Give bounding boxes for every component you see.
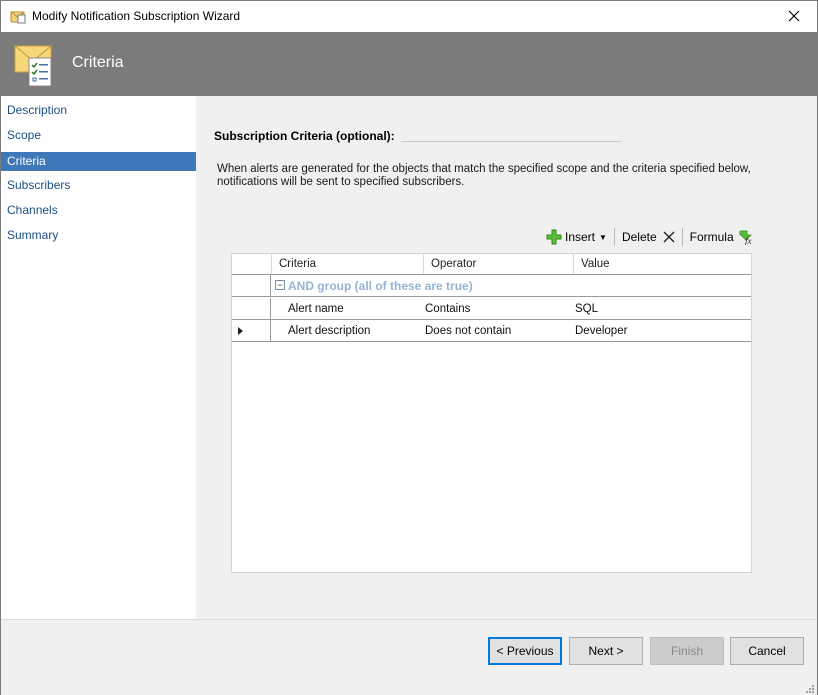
- title-bar: Modify Notification Subscription Wizard: [1, 1, 817, 32]
- collapse-icon[interactable]: −: [275, 280, 285, 290]
- section-divider: [401, 141, 621, 142]
- delete-button[interactable]: Delete: [619, 226, 678, 248]
- current-row-arrow-icon: [238, 327, 243, 335]
- window-title: Modify Notification Subscription Wizard: [32, 9, 241, 23]
- formula-icon: fx: [738, 229, 754, 245]
- nav-item-scope[interactable]: Scope: [1, 126, 196, 145]
- wizard-nav: Description Scope Criteria Subscribers C…: [1, 96, 196, 619]
- cell-operator[interactable]: Does not contain: [425, 320, 570, 342]
- section-description: When alerts are generated for the object…: [217, 163, 751, 188]
- green-plus-icon: [546, 229, 562, 245]
- cell-criteria[interactable]: Alert name: [288, 298, 418, 320]
- main-content: Subscription Criteria (optional): When a…: [196, 96, 817, 619]
- envelope-checklist-icon: [13, 42, 57, 88]
- page-title: Criteria: [72, 54, 124, 71]
- criteria-grid: Criteria Operator Value − AND group (all…: [231, 253, 752, 573]
- header-banner: Criteria: [1, 32, 817, 96]
- toolbar-separator: [613, 228, 615, 246]
- cell-value[interactable]: SQL: [575, 298, 745, 320]
- insert-label: Insert: [565, 230, 596, 244]
- nav-item-summary[interactable]: Summary: [1, 226, 196, 245]
- svg-text:fx: fx: [745, 236, 752, 245]
- row-selector[interactable]: [232, 320, 271, 342]
- table-row[interactable]: Alert description Does not contain Devel…: [232, 320, 751, 342]
- grid-header: Criteria Operator Value: [232, 254, 751, 275]
- formula-button[interactable]: Formula fx: [687, 226, 757, 248]
- next-button[interactable]: Next >: [569, 637, 643, 665]
- nav-item-description[interactable]: Description: [1, 101, 196, 120]
- wizard-footer: < Previous Next > Finish Cancel: [1, 619, 817, 695]
- toolbar-separator: [681, 228, 683, 246]
- resize-grip-icon[interactable]: [805, 683, 815, 693]
- column-header-value[interactable]: Value: [573, 254, 751, 274]
- group-label: AND group (all of these are true): [288, 279, 473, 293]
- app-envelope-icon: [10, 9, 26, 24]
- cell-criteria[interactable]: Alert description: [288, 320, 418, 342]
- cell-operator[interactable]: Contains: [425, 298, 570, 320]
- criteria-toolbar: Insert ▼ Delete Formula fx: [543, 226, 757, 248]
- table-row[interactable]: Alert name Contains SQL: [232, 298, 751, 320]
- nav-item-subscribers[interactable]: Subscribers: [1, 176, 196, 195]
- group-row[interactable]: − AND group (all of these are true): [232, 275, 751, 297]
- close-x-icon: [663, 231, 675, 243]
- column-header-criteria[interactable]: Criteria: [271, 254, 423, 274]
- row-selector[interactable]: [232, 298, 271, 320]
- cell-value[interactable]: Developer: [575, 320, 745, 342]
- nav-item-criteria[interactable]: Criteria: [1, 152, 196, 171]
- previous-button[interactable]: < Previous: [488, 637, 562, 665]
- nav-item-channels[interactable]: Channels: [1, 201, 196, 220]
- chevron-down-icon[interactable]: ▼: [599, 233, 607, 242]
- formula-label: Formula: [689, 230, 734, 244]
- insert-button[interactable]: Insert ▼: [543, 226, 610, 248]
- cancel-button[interactable]: Cancel: [730, 637, 804, 665]
- section-title: Subscription Criteria (optional):: [214, 129, 395, 143]
- close-icon[interactable]: [771, 1, 817, 31]
- column-header-operator[interactable]: Operator: [423, 254, 573, 274]
- row-selector[interactable]: [232, 275, 271, 297]
- wizard-window: Modify Notification Subscription Wizard …: [0, 0, 818, 695]
- delete-label: Delete: [621, 230, 657, 244]
- finish-button: Finish: [650, 637, 724, 665]
